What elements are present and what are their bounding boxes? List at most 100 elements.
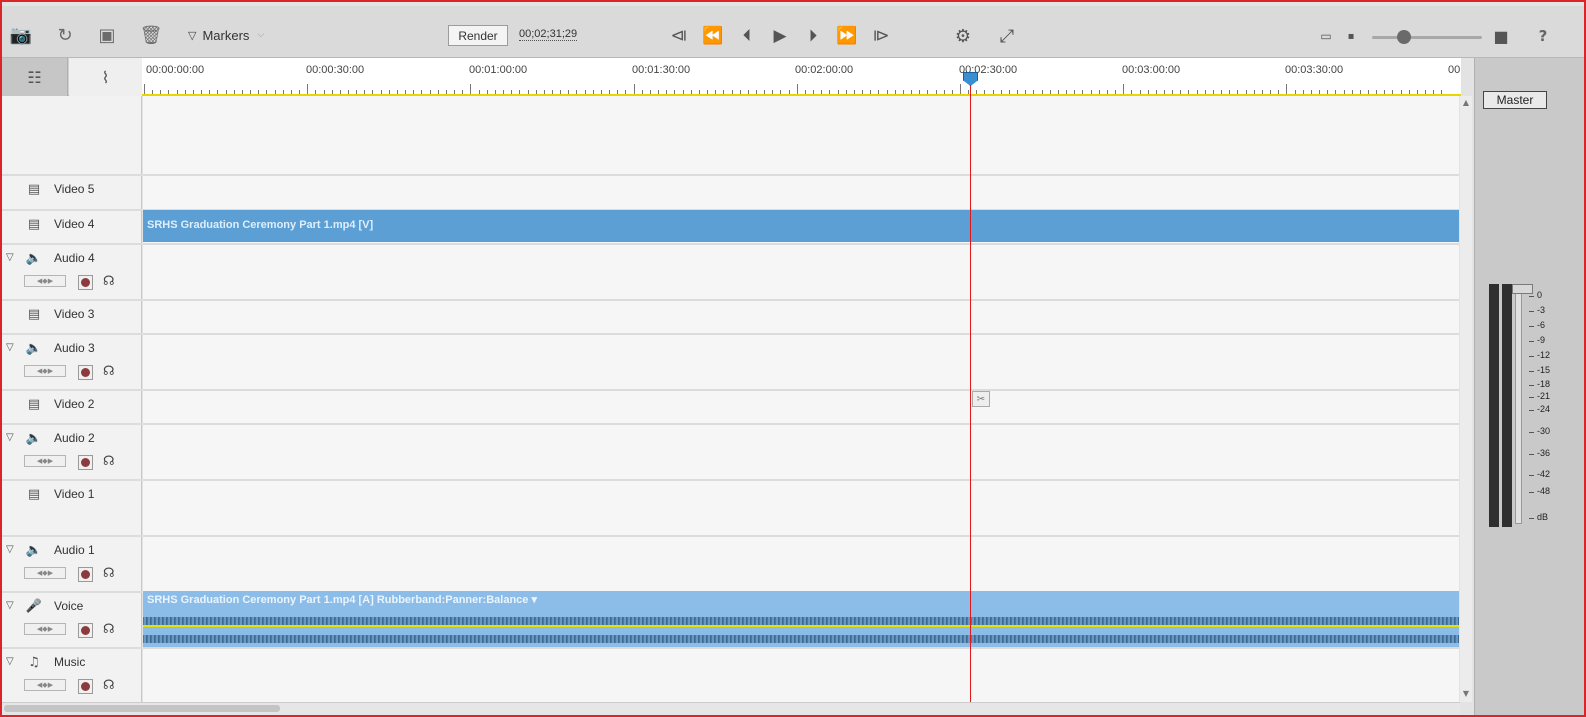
- collapse-triangle-icon[interactable]: ▽: [6, 544, 14, 555]
- track-header-audio-4[interactable]: ▽ 🔈 Audio 4 ◀◆▶ ☊: [2, 245, 142, 301]
- zoom-out-icon[interactable]: ▭: [1313, 24, 1339, 48]
- volume-fader-thumb[interactable]: [1512, 284, 1533, 294]
- track-lane[interactable]: [143, 301, 1459, 335]
- track-header-video-3[interactable]: ▤ Video 3: [2, 301, 142, 335]
- headphones-icon[interactable]: ☊: [103, 622, 115, 637]
- fast-forward-icon[interactable]: ⏩: [834, 24, 860, 48]
- audio-waveform-icon[interactable]: ⌇: [69, 58, 142, 96]
- collapse-triangle-icon[interactable]: ▽: [6, 342, 14, 353]
- keyframe-nav-icon[interactable]: ◀◆▶: [24, 275, 66, 287]
- track-header-video-5[interactable]: ▤ Video 5: [2, 176, 142, 211]
- record-button[interactable]: [78, 623, 93, 638]
- zoom-small-icon[interactable]: ▪: [1338, 24, 1364, 48]
- track-lane[interactable]: [143, 537, 1459, 593]
- track-lane[interactable]: [143, 649, 1459, 702]
- track-header-video-4[interactable]: ▤ Video 4: [2, 211, 142, 245]
- time-ruler[interactable]: 00:00:00:00 00:00:30:00 00:01:00:00 00:0…: [142, 58, 1461, 96]
- audio-meter-right: [1502, 284, 1512, 527]
- rewind-icon[interactable]: ⏪: [700, 24, 726, 48]
- timeline-view-icon[interactable]: ☷: [2, 58, 68, 96]
- vertical-scrollbar[interactable]: ▲ ▼: [1460, 96, 1472, 702]
- zoom-in-icon[interactable]: ■: [1488, 24, 1514, 48]
- headphones-icon[interactable]: ☊: [103, 678, 115, 693]
- track-header-music[interactable]: ▽ ♫ Music ◀◆▶ ☊: [2, 649, 142, 702]
- track-lane[interactable]: [143, 335, 1459, 391]
- ruler-tick: [290, 90, 292, 94]
- ruler-tick: [992, 90, 994, 94]
- film-icon: ▤: [27, 181, 41, 197]
- horizontal-scrollbar[interactable]: [2, 702, 1460, 715]
- headphones-icon[interactable]: ☊: [103, 364, 115, 379]
- render-button[interactable]: Render: [448, 25, 508, 46]
- headphones-icon[interactable]: ☊: [103, 566, 115, 581]
- headphones-icon[interactable]: ☊: [103, 454, 115, 469]
- film-icon: ▤: [27, 486, 41, 502]
- zoom-slider-thumb[interactable]: [1397, 30, 1411, 44]
- rubberband-line[interactable]: [143, 625, 1459, 627]
- ruler-label: 00:00:00:00: [146, 64, 205, 76]
- ruler-tick: [600, 90, 602, 94]
- step-back-icon[interactable]: ⏴: [734, 24, 760, 48]
- camera-add-icon[interactable]: 📷: [8, 22, 34, 48]
- current-timecode[interactable]: 00;02;31;29: [519, 28, 578, 41]
- preview-settings-icon[interactable]: ⚙: [950, 24, 976, 48]
- collapse-triangle-icon[interactable]: ▽: [6, 252, 14, 263]
- markers-dropdown[interactable]: ▽ Markers ⌵: [188, 26, 264, 44]
- collapse-triangle-icon[interactable]: ▽: [6, 432, 14, 443]
- ruler-tick: [1049, 90, 1051, 94]
- track-lane[interactable]: [143, 245, 1459, 301]
- volume-fader-track[interactable]: [1515, 284, 1522, 524]
- play-icon[interactable]: ▶: [767, 24, 793, 48]
- track-header-video-1[interactable]: ▤ Video 1: [2, 481, 142, 537]
- track-header-video-2[interactable]: ▤ Video 2: [2, 391, 142, 425]
- ruler-tick: [1000, 90, 1002, 94]
- record-button[interactable]: [78, 365, 93, 380]
- go-to-end-icon[interactable]: ⧐: [868, 24, 894, 48]
- track-lane[interactable]: [143, 481, 1459, 537]
- track-lane[interactable]: [143, 176, 1459, 211]
- keyframe-nav-icon[interactable]: ◀◆▶: [24, 365, 66, 377]
- keyframe-nav-icon[interactable]: ◀◆▶: [24, 679, 66, 691]
- master-button[interactable]: Master: [1483, 91, 1547, 109]
- record-button[interactable]: [78, 455, 93, 470]
- horizontal-scroll-thumb[interactable]: [4, 705, 280, 712]
- db-tick: [1529, 432, 1534, 433]
- smart-fix-icon[interactable]: ▣: [94, 22, 120, 48]
- keyframe-nav-icon[interactable]: ◀◆▶: [24, 623, 66, 635]
- record-button[interactable]: [78, 567, 93, 582]
- ruler-label: 00:00:30:00: [306, 64, 365, 76]
- track-header-audio-3[interactable]: ▽ 🔈 Audio 3 ◀◆▶ ☊: [2, 335, 142, 391]
- scissors-icon[interactable]: ✂: [972, 391, 990, 407]
- track-lane[interactable]: [143, 425, 1459, 481]
- video-clip[interactable]: SRHS Graduation Ceremony Part 1.mp4 [V]: [143, 210, 1459, 242]
- headphones-icon[interactable]: ☊: [103, 274, 115, 289]
- rotate-icon[interactable]: ↻: [52, 22, 78, 48]
- track-lane[interactable]: [143, 391, 1459, 425]
- track-lane[interactable]: [143, 96, 1459, 176]
- record-button[interactable]: [78, 679, 93, 694]
- collapse-triangle-icon[interactable]: ▽: [6, 656, 14, 667]
- ruler-tick: [715, 90, 717, 94]
- collapse-triangle-icon[interactable]: ▽: [6, 600, 14, 611]
- fit-to-window-icon[interactable]: ⤢: [994, 24, 1020, 48]
- step-forward-icon[interactable]: ⏵: [800, 24, 826, 48]
- ruler-tick: [519, 90, 521, 94]
- track-header-audio-2[interactable]: ▽ 🔈 Audio 2 ◀◆▶ ☊: [2, 425, 142, 481]
- track-header-audio-1[interactable]: ▽ 🔈 Audio 1 ◀◆▶ ☊: [2, 537, 142, 593]
- scroll-up-icon[interactable]: ▲: [1460, 98, 1472, 107]
- zoom-slider-track[interactable]: [1372, 36, 1482, 39]
- track-header-voice[interactable]: ▽ 🎤 Voice ◀◆▶ ☊: [2, 593, 142, 649]
- ruler-tick: [968, 90, 970, 94]
- help-icon[interactable]: ?: [1530, 24, 1556, 48]
- keyframe-nav-icon[interactable]: ◀◆▶: [24, 567, 66, 579]
- scroll-down-icon[interactable]: ▼: [1460, 689, 1472, 698]
- trash-icon[interactable]: 🗑: [138, 22, 164, 48]
- go-to-start-icon[interactable]: ⧏: [666, 24, 692, 48]
- record-button[interactable]: [78, 275, 93, 290]
- ruler-tick: [372, 90, 374, 94]
- ruler-tick: [584, 90, 586, 94]
- audio-clip[interactable]: SRHS Graduation Ceremony Part 1.mp4 [A] …: [143, 591, 1459, 647]
- ruler-tick: [217, 90, 219, 94]
- track-lanes[interactable]: SRHS Graduation Ceremony Part 1.mp4 [V] …: [143, 96, 1459, 702]
- keyframe-nav-icon[interactable]: ◀◆▶: [24, 455, 66, 467]
